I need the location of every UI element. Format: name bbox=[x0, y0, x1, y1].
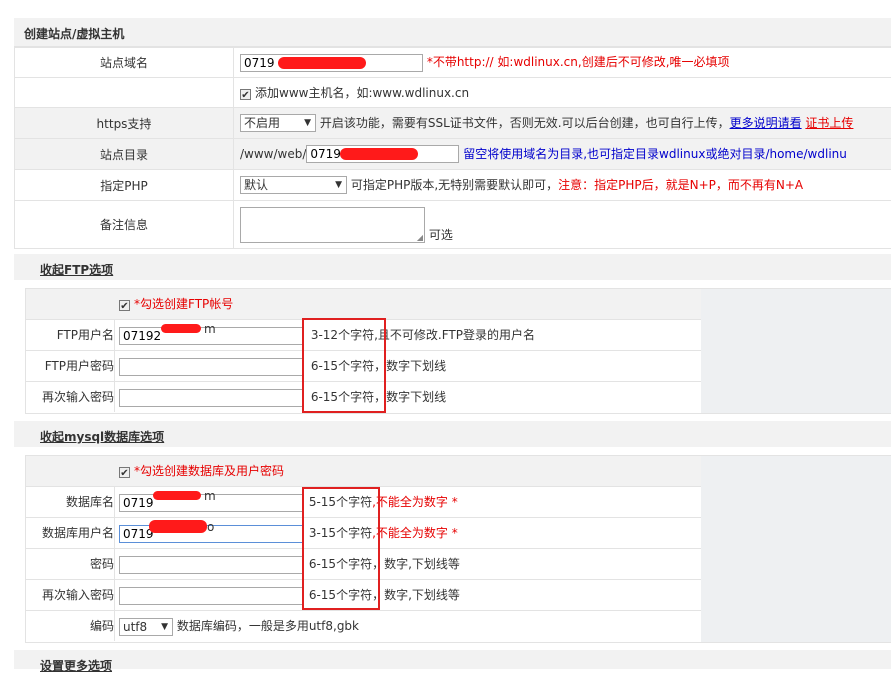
db-pass-input[interactable] bbox=[119, 556, 303, 574]
ftp-checkbox[interactable]: ✔ bbox=[119, 300, 130, 311]
mysql-panel: ✔*勾选创建数据库及用户密码 数据库名 m 5-15个字符,不能全为数字 * 数… bbox=[25, 455, 891, 643]
resize-grip-icon[interactable]: ◢ bbox=[417, 233, 423, 242]
chevron-down-icon: ▼ bbox=[161, 619, 168, 635]
row-domain: 站点域名 *不带http:// 如:wdlinux.cn,创建后不可修改,唯一必… bbox=[15, 48, 891, 78]
www-label: 添加www主机名，如:www.wdlinux.cn bbox=[255, 86, 469, 100]
db-pass2-hint: ，数字,下划线等 bbox=[372, 588, 460, 602]
mysql-section-header[interactable]: 收起mysql数据库选项 bbox=[14, 421, 891, 447]
https-hint: 开启该功能，需要有SSL证书文件，否则无效.可以后台创建，也可自行上传， bbox=[320, 116, 730, 130]
db-name-label: 数据库名 bbox=[26, 487, 115, 517]
row-php: 指定PHP 默认▼ 可指定PHP版本,无特别需要默认即可，注意：指定PHP后，就… bbox=[15, 170, 891, 201]
chevron-down-icon: ▼ bbox=[304, 115, 311, 131]
ftp-pass2-input[interactable] bbox=[119, 389, 303, 407]
db-pass-label: 密码 bbox=[26, 549, 115, 579]
domain-hint-required: 创建后不可修改,唯一必填项 bbox=[582, 55, 730, 69]
db-pass2-label: 再次输入密码 bbox=[26, 580, 115, 610]
www-checkbox[interactable]: ✔ bbox=[240, 89, 251, 100]
redaction-mark bbox=[161, 324, 201, 333]
cert-upload-link[interactable]: 证书上传 bbox=[805, 116, 853, 130]
dir-hint: 留空将使用域名为目录,也可指定目录wdlinux或绝对目录/home/wdlin… bbox=[463, 147, 847, 161]
ftp-user-hint: ,且不可修改.FTP登录的用户名 bbox=[374, 328, 535, 342]
db-charset-label: 编码 bbox=[26, 611, 115, 641]
redaction-mark bbox=[153, 491, 201, 500]
ftp-pass2-label: 再次输入密码 bbox=[26, 382, 115, 412]
note-label: 备注信息 bbox=[15, 201, 234, 249]
ftp-pass-label: FTP用户密码 bbox=[26, 351, 115, 381]
charset-select[interactable]: utf8▼ bbox=[119, 618, 173, 636]
redaction-mark bbox=[278, 57, 366, 69]
row-note: 备注信息 ◢ 可选 bbox=[15, 201, 891, 249]
ftp-checkbox-label: *勾选创建FTP帐号 bbox=[134, 297, 233, 311]
https-label: https支持 bbox=[15, 108, 234, 139]
db-name-hint: ,不能全为数字 * bbox=[372, 495, 458, 509]
mysql-checkbox[interactable]: ✔ bbox=[119, 467, 130, 478]
dir-label: 站点目录 bbox=[15, 139, 234, 170]
domain-cell: *不带http:// 如:wdlinux.cn,创建后不可修改,唯一必填项 bbox=[234, 48, 891, 78]
ftp-section-header[interactable]: 收起FTP选项 bbox=[14, 254, 891, 280]
php-label: 指定PHP bbox=[15, 170, 234, 201]
mysql-highlight-box bbox=[302, 487, 380, 610]
dir-prefix: /www/web/ bbox=[240, 147, 306, 161]
php-select[interactable]: 默认▼ bbox=[240, 176, 347, 194]
note-hint: 可选 bbox=[429, 228, 453, 242]
mysql-toggle-link[interactable]: 收起mysql数据库选项 bbox=[40, 428, 164, 445]
db-user-hint: ,不能全为数字 * bbox=[372, 526, 458, 540]
domain-hint: *不带http:// 如:wdlinux.cn, bbox=[427, 55, 582, 69]
page-header: 创建站点/虚拟主机 bbox=[14, 18, 891, 47]
https-select[interactable]: 不启用▼ bbox=[240, 114, 316, 132]
row-dir: 站点目录 /www/web/ 留空将使用域名为目录,也可指定目录wdlinux或… bbox=[15, 139, 891, 170]
ftp-highlight-box bbox=[302, 318, 386, 413]
charset-hint: 数据库编码，一般是多用utf8,gbk bbox=[177, 619, 359, 633]
site-form: 站点域名 *不带http:// 如:wdlinux.cn,创建后不可修改,唯一必… bbox=[14, 47, 891, 249]
db-pass-hint: ，数字,下划线等 bbox=[372, 557, 460, 571]
more-info-link[interactable]: 更多说明请看 bbox=[730, 116, 802, 130]
note-textarea[interactable]: ◢ bbox=[240, 207, 425, 243]
mysql-checkbox-label: *勾选创建数据库及用户密码 bbox=[134, 464, 284, 478]
ftp-pass-input[interactable] bbox=[119, 358, 303, 376]
db-user-label: 数据库用户名 bbox=[26, 518, 115, 548]
row-https: https支持 不启用▼ 开启该功能，需要有SSL证书文件，否则无效.可以后台创… bbox=[15, 108, 891, 139]
ftp-toggle-link[interactable]: 收起FTP选项 bbox=[40, 261, 113, 278]
ftp-panel: ✔*勾选创建FTP帐号 FTP用户名 m 3-12个字符,且不可修改.FTP登录… bbox=[25, 288, 891, 414]
ftp-user-label: FTP用户名 bbox=[26, 320, 115, 350]
domain-label: 站点域名 bbox=[15, 48, 234, 78]
redaction-mark bbox=[340, 148, 418, 160]
more-section-header[interactable]: 设置更多选项 bbox=[14, 650, 891, 669]
redaction-mark bbox=[149, 520, 207, 533]
php-hint: 可指定PHP版本,无特别需要默认即可， bbox=[351, 178, 558, 192]
page-title: 创建站点/虚拟主机 bbox=[24, 25, 124, 42]
db-pass2-input[interactable] bbox=[119, 587, 303, 605]
row-www: ✔ 添加www主机名，如:www.wdlinux.cn bbox=[15, 78, 891, 108]
chevron-down-icon: ▼ bbox=[335, 177, 342, 193]
php-warning: 注意：指定PHP后，就是N+P，而不再有N+A bbox=[558, 178, 803, 192]
more-options-link[interactable]: 设置更多选项 bbox=[40, 657, 112, 674]
db-charset-row: 编码 utf8▼ 数据库编码，一般是多用utf8,gbk bbox=[26, 611, 701, 641]
